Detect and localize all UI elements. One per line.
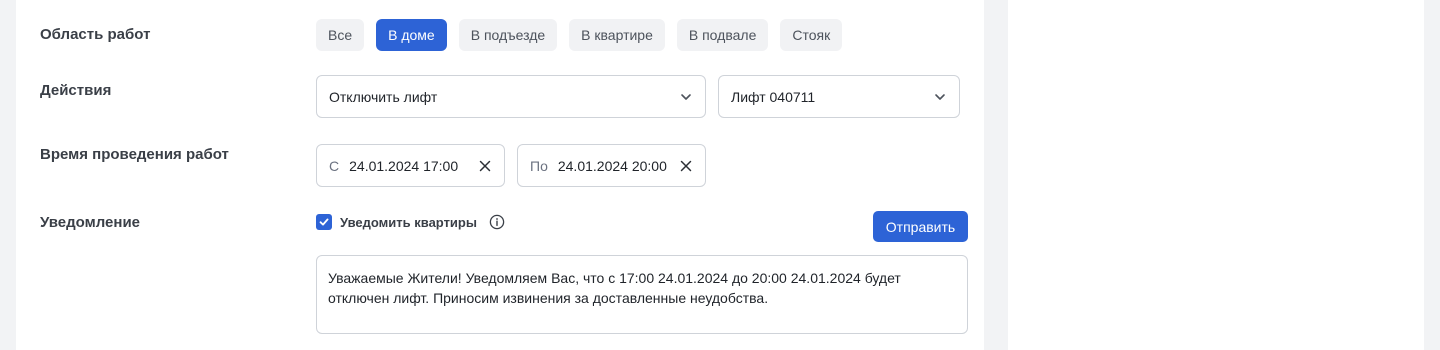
close-icon[interactable] [679, 159, 693, 173]
action-select-value: Отключить лифт [329, 88, 438, 105]
side-panel [1008, 0, 1424, 350]
date-to-prefix: По [530, 157, 548, 174]
notification-label: Уведомление [40, 214, 141, 231]
date-from-prefix: С [329, 157, 340, 174]
work-area-chips: Все В доме В подъезде В квартире В подва… [316, 19, 843, 51]
work-area-label: Область работ [40, 26, 151, 43]
notify-checkbox[interactable] [316, 214, 332, 230]
action-select[interactable]: Отключить лифт [316, 75, 706, 118]
chip-house[interactable]: В доме [376, 19, 447, 51]
date-to-value: 24.01.2024 20:00 [557, 157, 667, 174]
chip-entrance[interactable]: В подъезде [458, 19, 558, 51]
date-from-value: 24.01.2024 17:00 [349, 157, 459, 174]
target-select-value: Лифт 040711 [731, 88, 816, 105]
actions-label: Действия [40, 82, 112, 99]
chevron-down-icon [681, 93, 691, 100]
checkmark-icon [319, 218, 329, 226]
notification-message-textarea[interactable]: Уважаемые Жители! Уведомляем Вас, что с … [316, 255, 968, 334]
target-select[interactable]: Лифт 040711 [718, 75, 960, 118]
chip-riser[interactable]: Стояк [780, 19, 843, 51]
chip-basement[interactable]: В подвале [676, 19, 769, 51]
notify-apartments: Уведомить квартиры [316, 214, 505, 230]
chip-all[interactable]: Все [316, 19, 365, 51]
chip-apartment[interactable]: В квартире [569, 19, 665, 51]
chevron-down-icon [935, 93, 945, 100]
info-icon[interactable] [489, 214, 505, 230]
notify-checkbox-label: Уведомить квартиры [340, 214, 477, 230]
date-to-field[interactable]: По 24.01.2024 20:00 [517, 144, 706, 187]
send-button[interactable]: Отправить [873, 211, 968, 242]
close-icon[interactable] [478, 159, 492, 173]
work-time-label: Время проведения работ [40, 146, 229, 163]
date-from-field[interactable]: С 24.01.2024 17:00 [316, 144, 505, 187]
